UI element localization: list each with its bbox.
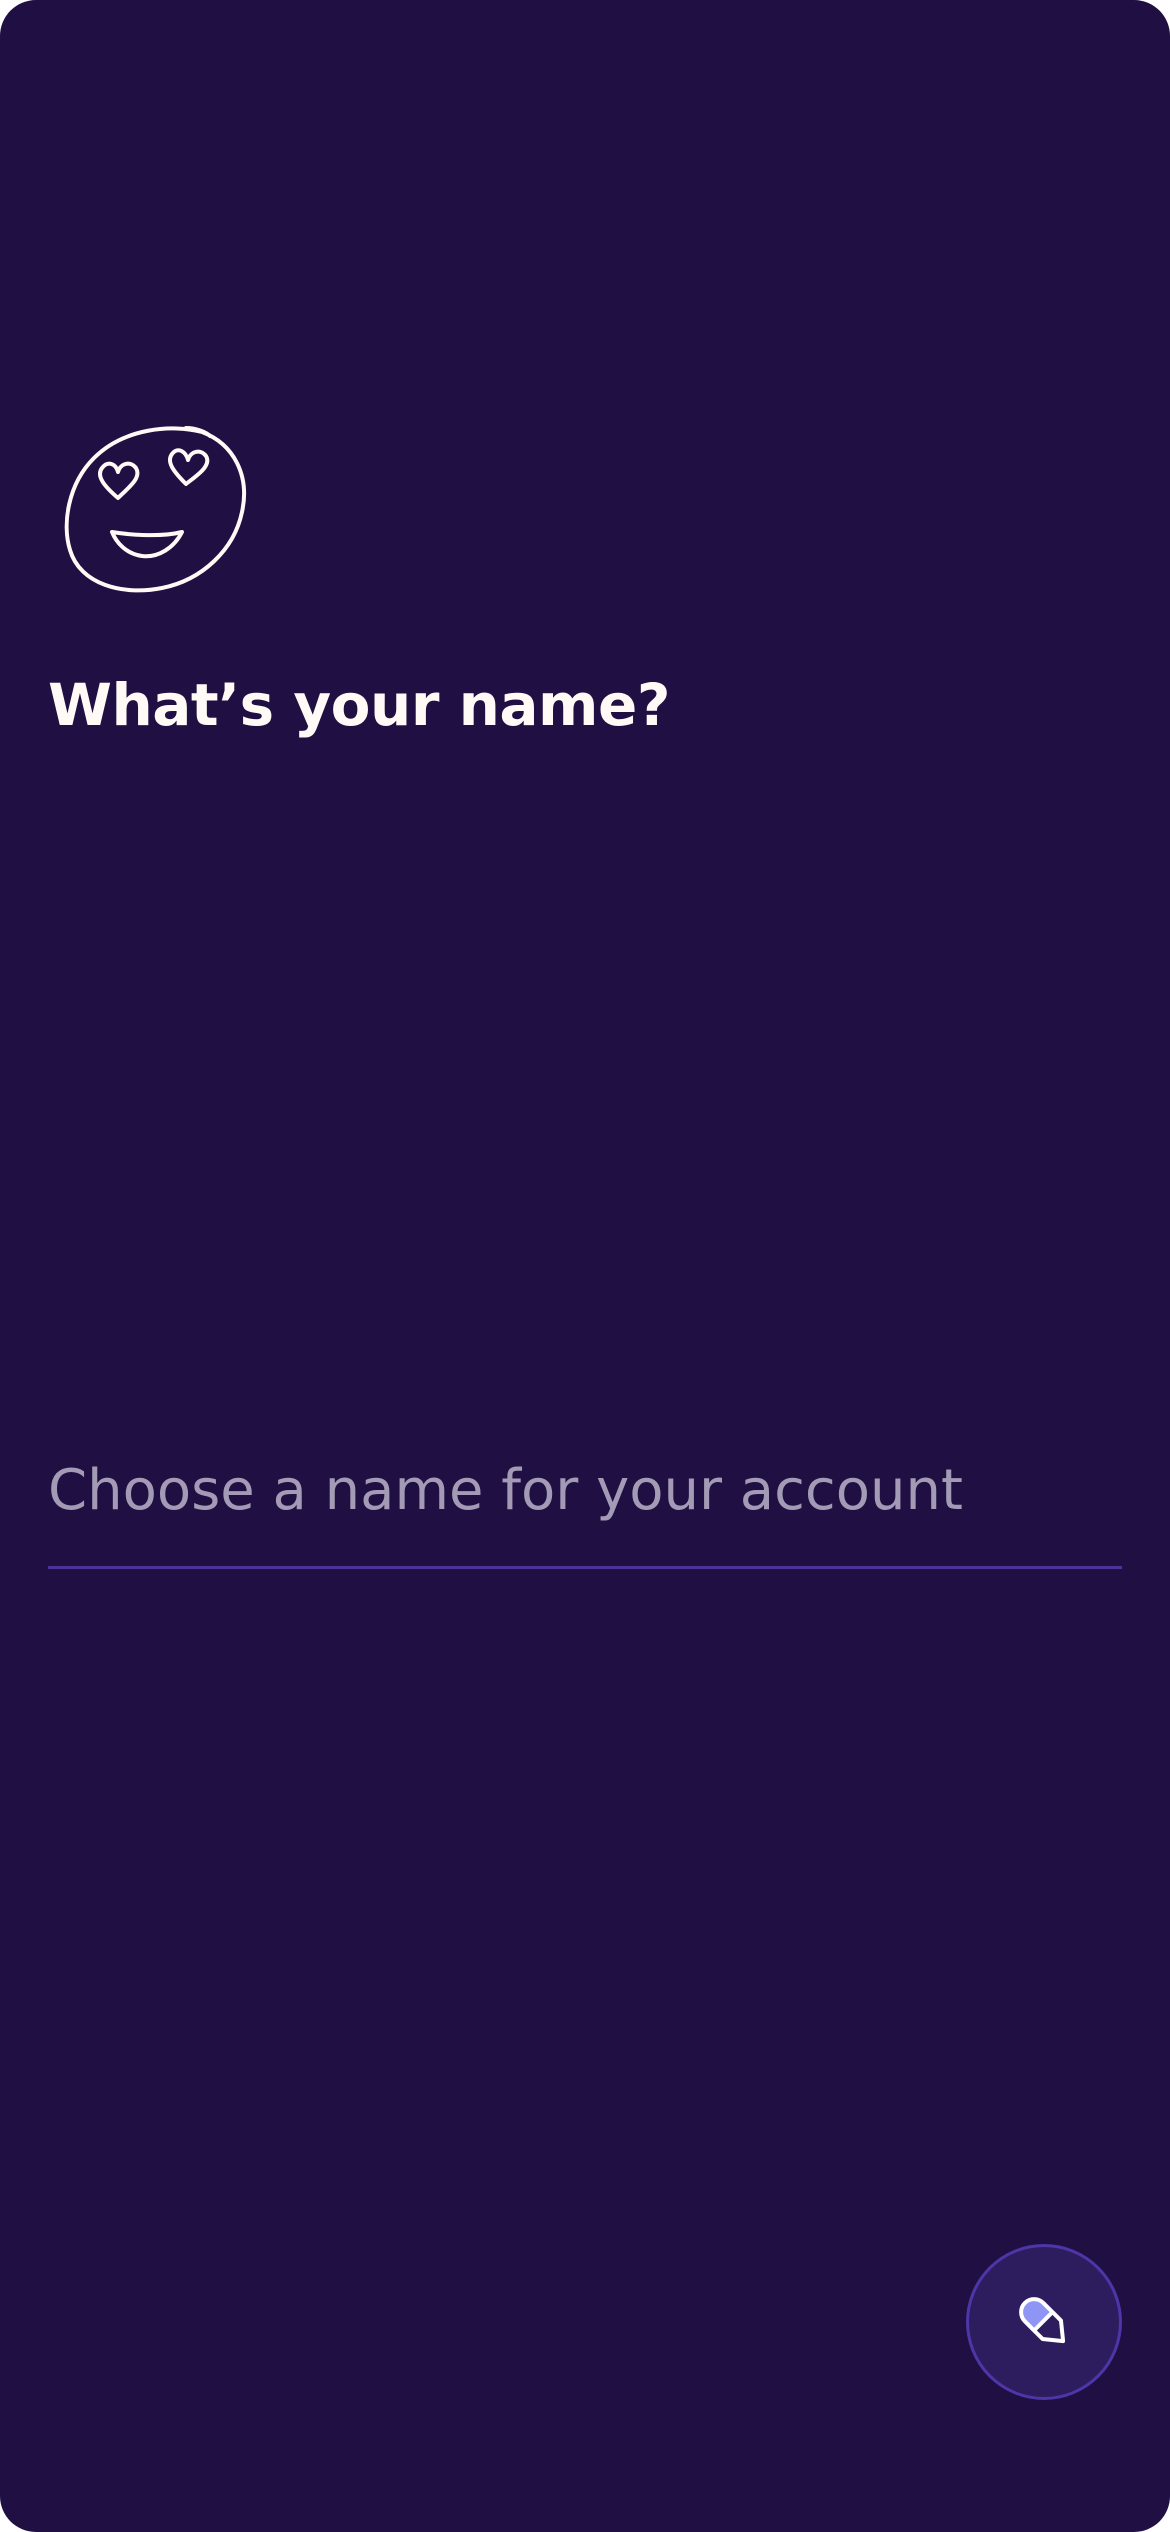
- name-field: [48, 1440, 1122, 1570]
- input-underline: [48, 1566, 1122, 1569]
- page-title: What’s your name?: [48, 671, 670, 739]
- account-name-input[interactable]: [48, 1440, 1122, 1540]
- heart-eyes-face-icon: [64, 426, 247, 593]
- pencil-icon: [1019, 2297, 1066, 2344]
- edit-button[interactable]: [966, 2244, 1122, 2400]
- onboarding-screen: What’s your name?: [0, 0, 1170, 2532]
